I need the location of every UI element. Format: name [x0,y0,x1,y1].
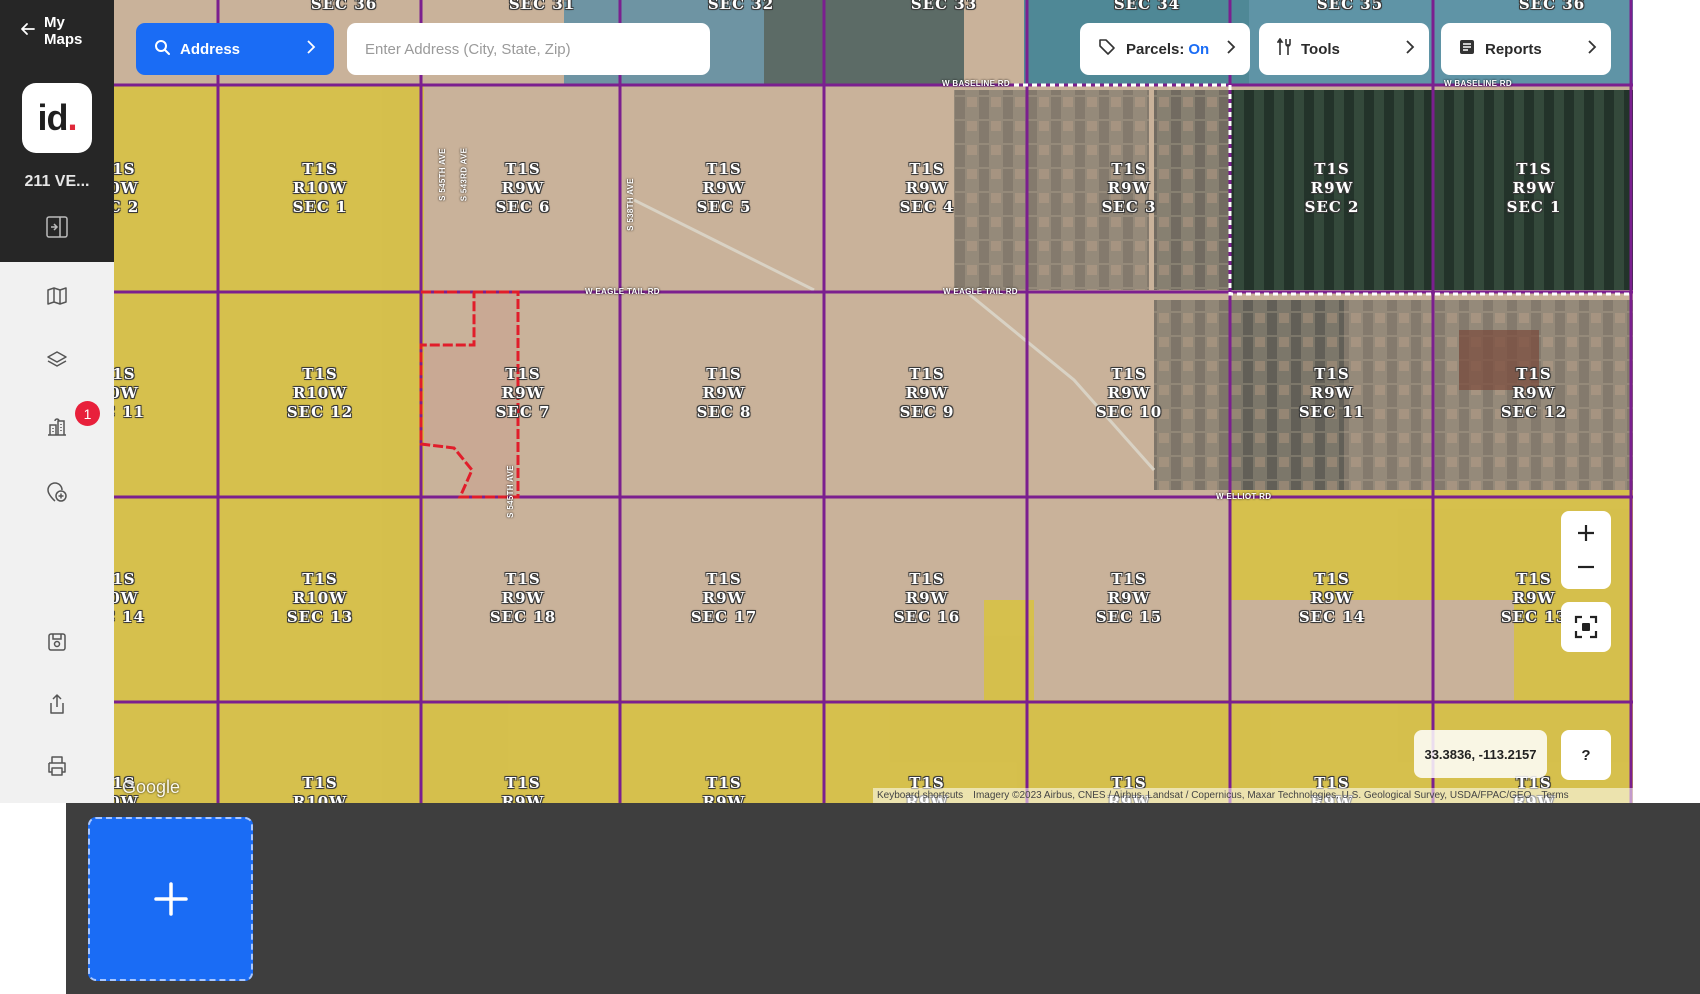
road-label: W EAGLE TAIL RD [943,287,1018,296]
section-label: SEC 32 [707,0,775,13]
road-label: S 545TH AVE [505,465,515,518]
tools-icon [1276,37,1291,60]
section-label: SEC 31 [508,0,576,13]
tools-button[interactable]: Tools [1259,23,1429,75]
section-label: T1S R9W SEC 8 [696,365,752,421]
section-label: T1S R10W SEC 1 [292,160,348,216]
notification-badge: 1 [75,401,100,426]
section-label: 1S 0W C 11 [114,365,146,421]
print-icon[interactable] [43,752,71,780]
collapse-panel-icon[interactable] [45,216,69,238]
sidebar-tools [0,262,114,803]
app-logo: id. [22,83,92,153]
road-label: W ELLIOT RD [1216,492,1272,501]
zoom-in-button[interactable] [1561,515,1611,551]
section-label: 1S 0W C 2 [114,160,140,216]
section-label: T1S R9W SEC 5 [696,160,752,216]
zoom-controls [1561,511,1611,589]
section-label: T1S R9W SEC 11 [1298,365,1366,421]
road-label: W EAGLE TAIL RD [585,287,660,296]
arrow-left-icon [20,21,36,42]
section-label: T1S R9W SEC 2 [1304,160,1360,216]
section-label: T1S R10W [292,774,348,803]
coordinates-readout: 33.3836, -113.2157 [1414,730,1547,778]
map-attribution: Keyboard shortcuts Imagery ©2023 Airbus,… [873,788,1633,803]
help-button[interactable]: ? [1561,730,1611,780]
save-icon[interactable] [43,628,71,656]
back-label: My Maps [44,14,83,48]
chevron-right-icon [306,39,316,59]
parcels-label: Parcels: [1126,40,1185,58]
road-label: S 545TH AVE [437,148,447,201]
address-button-label: Address [180,40,241,58]
section-label: T1S R10W SEC 13 [286,570,354,626]
section-label: T1S R10W SEC 12 [286,365,354,421]
road-label: S 543RD AVE [459,147,469,202]
parcels-state: On [1188,40,1210,58]
section-label: SEC 36 [310,0,378,13]
section-label: SEC 36 [1518,0,1586,13]
section-label: T1S R9W SEC 10 [1095,365,1163,421]
plus-icon [1578,525,1594,541]
parcel-icon [1098,38,1116,60]
section-label: T1S R9W SEC 4 [899,160,955,216]
bottom-tray [66,803,1700,994]
terms-link[interactable]: Terms [1541,790,1568,801]
section-label: SEC 35 [1316,0,1384,13]
location-add-icon[interactable] [43,478,71,506]
section-label: T1S R9W SEC 15 [1095,570,1163,626]
plus-icon [153,882,188,916]
section-label: T1S R9W SEC 17 [690,570,758,626]
keyboard-shortcuts-link[interactable]: Keyboard shortcuts [877,790,963,801]
zoom-out-button[interactable] [1561,549,1611,585]
fit-to-bounds-button[interactable] [1561,602,1611,652]
address-input[interactable] [347,23,710,75]
section-label: T1S R9W SEC 16 [893,570,961,626]
section-label: SEC 34 [1113,0,1181,13]
search-icon [154,39,170,59]
section-label: T1S R9W SEC 6 [495,160,551,216]
report-icon [1459,39,1475,59]
section-label: T1S R9W SEC 1 [1506,160,1562,216]
layers-icon[interactable] [43,346,71,374]
road-label: W BASELINE RD [1444,79,1512,88]
chevron-right-icon [1405,39,1415,59]
map-view[interactable]: SEC 36 SEC 31 SEC 32 SEC 33 SEC 34 SEC 3… [114,0,1633,803]
parcels-toggle-button[interactable]: Parcels: On [1080,23,1250,75]
buildings-icon[interactable] [43,412,71,440]
section-label: T1S R9W SEC 9 [899,365,955,421]
add-item-button[interactable] [88,817,253,981]
section-label: T1S R9W [501,774,545,803]
google-logo: Google [122,777,181,797]
sidebar-header: My Maps id. 211 VE... [0,0,114,262]
road-label: W BASELINE RD [942,79,1010,88]
section-label: T1S R9W SEC 3 [1101,160,1157,216]
section-label: SEC 33 [910,0,978,13]
address-search-button[interactable]: Address [136,23,334,75]
imagery-credits: Imagery ©2023 Airbus, CNES / Airbus, Lan… [973,790,1532,801]
section-label: T1S R9W SEC 18 [489,570,557,626]
focus-icon [1574,615,1598,639]
minus-icon [1578,565,1594,569]
section-label: T1S R9W SEC 14 [1298,570,1366,626]
back-to-my-maps-button[interactable]: My Maps [0,0,114,62]
reports-button[interactable]: Reports [1441,23,1611,75]
section-label: T1S R9W SEC 7 [495,365,551,421]
map-icon[interactable] [43,282,71,310]
chevron-right-icon [1587,39,1597,59]
logo-text: id [37,97,68,138]
road-label: S 538TH AVE [625,178,635,231]
share-icon[interactable] [43,690,71,718]
section-label: T1S R9W SEC 12 [1500,365,1568,421]
property-name: 211 VE... [24,173,90,190]
logo-dot: . [67,97,77,138]
section-label: T1S R9W [702,774,746,803]
section-label: 1S 0W C 14 [114,570,146,626]
chevron-right-icon [1226,39,1236,59]
tools-label: Tools [1301,40,1340,58]
reports-label: Reports [1485,40,1542,58]
